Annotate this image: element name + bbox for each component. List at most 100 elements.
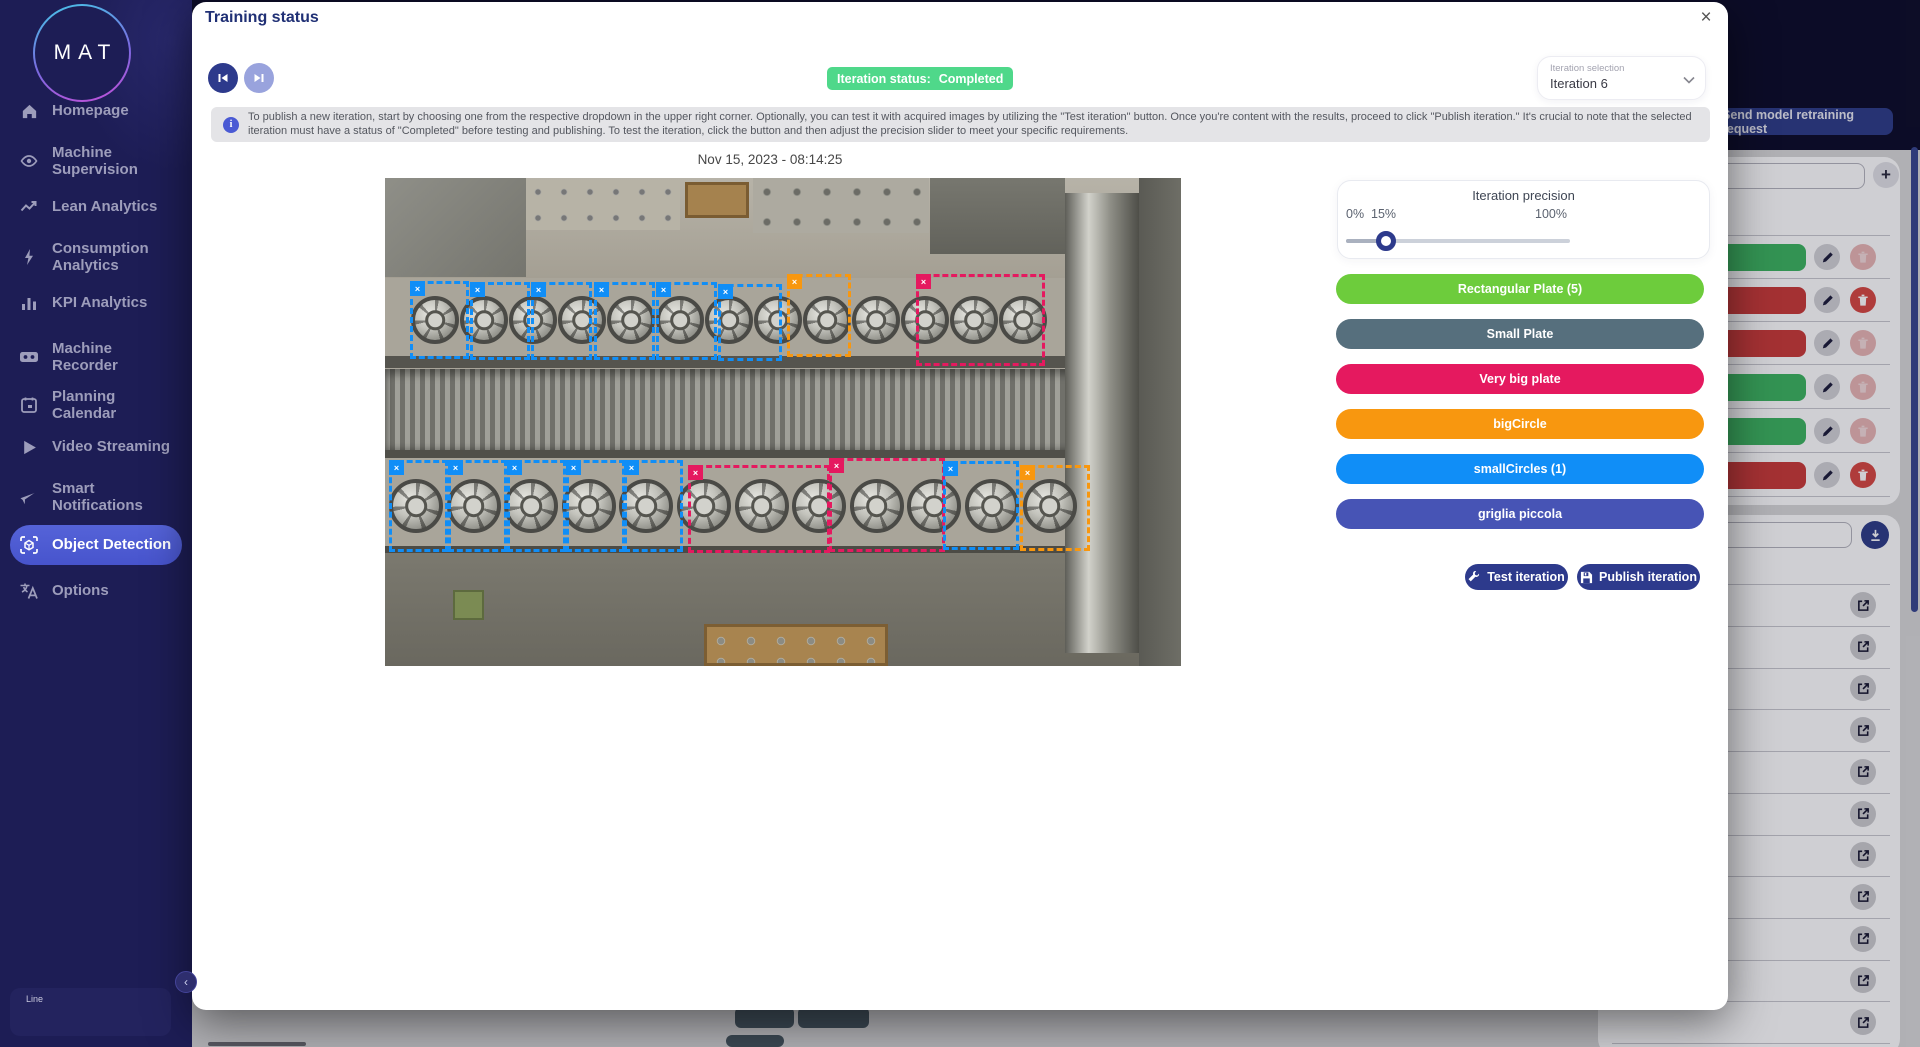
sidebar-item-label: Smart Notifications — [52, 480, 143, 515]
translate-icon — [18, 580, 40, 602]
detection-box-smallcircles-1-[interactable]: × — [656, 282, 717, 360]
modal-title: Training status — [205, 9, 319, 26]
detection-box-smallcircles-1-[interactable]: × — [594, 282, 655, 360]
bolt-icon — [18, 246, 40, 268]
image-timestamp: Nov 15, 2023 - 08:14:25 — [697, 152, 843, 167]
sidebar-item-label: Machine Supervision — [52, 144, 138, 179]
precision-slider-track[interactable] — [1346, 231, 1570, 251]
sidebar-item-label: Video Streaming — [52, 438, 171, 456]
last-iteration-button[interactable] — [244, 63, 274, 93]
sidebar-item-options[interactable]: Options — [10, 576, 182, 606]
wheel-part — [852, 296, 900, 344]
detection-box-smallcircles-1-[interactable]: × — [531, 282, 592, 360]
sidebar-collapse-button[interactable]: ‹ — [175, 971, 197, 993]
sidebar-item-smart-notifications[interactable]: Smart Notifications — [10, 476, 182, 519]
info-icon: i — [223, 116, 239, 133]
detection-box-smallcircles-1-[interactable]: × — [624, 460, 683, 552]
detection-image: × × × × × × × × × × × × × × × × × — [385, 178, 1181, 666]
app-root: Send model retraining request Search + S… — [0, 0, 1920, 1047]
detection-box-handle[interactable]: × — [566, 460, 581, 475]
detection-box-handle[interactable]: × — [688, 465, 703, 480]
sidebar-item-lean-analytics[interactable]: Lean Analytics — [10, 192, 182, 222]
detection-box-bigcircle[interactable]: × — [787, 274, 851, 357]
detection-box-smallcircles-1-[interactable]: × — [470, 282, 530, 360]
trend-icon — [18, 196, 40, 218]
line-tooltip-card: Line — [10, 988, 171, 1036]
detection-box-handle[interactable]: × — [787, 274, 802, 289]
sidebar-item-machine-supervision[interactable]: Machine Supervision — [10, 140, 182, 183]
wrench-icon — [1468, 570, 1480, 581]
publish-iteration-button[interactable]: Publish iteration — [1577, 564, 1700, 590]
sidebar-item-label: Consumption Analytics — [52, 240, 149, 275]
detection-box-handle[interactable]: × — [829, 458, 844, 473]
sidebar-item-label: Options — [52, 582, 109, 600]
publish-iteration-label: Publish iteration — [1599, 570, 1697, 584]
precision-title: Iteration precision — [1472, 188, 1575, 203]
detection-box-handle[interactable]: × — [916, 274, 931, 289]
detection-box-smallcircles-1-[interactable]: × — [389, 460, 448, 552]
iteration-selection-dropdown[interactable]: Iteration selection Iteration 6 — [1537, 56, 1706, 100]
sidebar-item-label: KPI Analytics — [52, 294, 148, 312]
detection-box-handle[interactable]: × — [1020, 465, 1035, 480]
sidebar-item-kpi-analytics[interactable]: KPI Analytics — [10, 288, 182, 318]
iteration-precision-panel: Iteration precision 0% 15% 100% — [1337, 180, 1710, 259]
iteration-status-label: Iteration status: — [837, 71, 931, 86]
calendar-icon — [18, 394, 40, 416]
sidebar-item-homepage[interactable]: Homepage — [10, 96, 182, 126]
sidebar-item-machine-recorder[interactable]: Machine Recorder — [10, 336, 182, 379]
detection-box-handle[interactable]: × — [624, 460, 639, 475]
skip-next-icon — [254, 74, 264, 82]
detection-box-handle[interactable]: × — [470, 282, 485, 297]
detection-box-handle[interactable]: × — [410, 281, 425, 296]
detection-box-very-big-plate[interactable]: × — [829, 458, 945, 552]
info-banner: i To publish a new iteration, start by c… — [211, 107, 1710, 142]
app-logo-text: MAT — [53, 41, 118, 64]
detection-box-handle[interactable]: × — [531, 282, 546, 297]
detection-box-handle[interactable]: × — [943, 461, 958, 476]
detection-box-very-big-plate[interactable]: × — [916, 274, 1045, 366]
detection-box-smallcircles-1-[interactable]: × — [507, 460, 566, 552]
class-button-small-plate[interactable]: Small Plate — [1336, 319, 1704, 349]
precision-slider-thumb[interactable] — [1376, 231, 1396, 251]
detection-box-handle[interactable]: × — [594, 282, 609, 297]
class-button-rectangular-plate-5-[interactable]: Rectangular Plate (5) — [1336, 274, 1704, 304]
detection-box-handle[interactable]: × — [718, 284, 733, 299]
object-detection-icon — [18, 534, 40, 556]
sidebar-item-object-detection[interactable]: Object Detection — [10, 525, 182, 565]
close-icon[interactable]: × — [1694, 6, 1718, 30]
sidebar-item-planning-calendar[interactable]: Planning Calendar — [10, 384, 182, 427]
class-button-smallcircles-1-[interactable]: smallCircles (1) — [1336, 454, 1704, 484]
detection-box-smallcircles-1-[interactable]: × — [448, 460, 507, 552]
first-iteration-button[interactable] — [208, 63, 238, 93]
class-button-griglia-piccola[interactable]: griglia piccola — [1336, 499, 1704, 529]
sidebar-item-consumption-analytics[interactable]: Consumption Analytics — [10, 236, 182, 279]
detection-box-handle[interactable]: × — [389, 460, 404, 475]
class-button-very-big-plate[interactable]: Very big plate — [1336, 364, 1704, 394]
play-icon — [18, 436, 40, 458]
sidebar-item-label: Homepage — [52, 102, 129, 120]
detection-box-handle[interactable]: × — [448, 460, 463, 475]
info-banner-text: To publish a new iteration, start by cho… — [248, 111, 1692, 137]
test-iteration-label: Test iteration — [1487, 570, 1565, 584]
detection-box-handle[interactable]: × — [656, 282, 671, 297]
sidebar-item-video-streaming[interactable]: Video Streaming — [10, 432, 182, 462]
eye-icon — [18, 150, 40, 172]
iteration-status-value: Completed — [938, 71, 1004, 86]
test-iteration-button[interactable]: Test iteration — [1465, 564, 1568, 590]
detection-box-smallcircles-1-[interactable]: × — [943, 461, 1019, 550]
sidebar-item-label: Lean Analytics — [52, 198, 158, 216]
chevron-down-icon — [1683, 76, 1695, 84]
detection-box-smallcircles-1-[interactable]: × — [566, 460, 625, 552]
detection-box-smallcircles-1-[interactable]: × — [718, 284, 782, 361]
detection-box-handle[interactable]: × — [507, 460, 522, 475]
iteration-status-badge: Iteration status: Completed — [827, 67, 1014, 90]
iteration-selection-value: Iteration 6 — [1550, 76, 1608, 91]
detection-box-smallcircles-1-[interactable]: × — [410, 281, 469, 359]
class-button-bigcircle[interactable]: bigCircle — [1336, 409, 1704, 439]
app-logo: MAT — [33, 4, 131, 102]
home-icon — [18, 100, 40, 122]
sidebar-item-label: Machine Recorder — [52, 340, 118, 375]
precision-max-label: 100% — [1535, 207, 1567, 221]
detection-box-very-big-plate[interactable]: × — [688, 465, 830, 553]
detection-box-bigcircle[interactable]: × — [1020, 465, 1090, 551]
